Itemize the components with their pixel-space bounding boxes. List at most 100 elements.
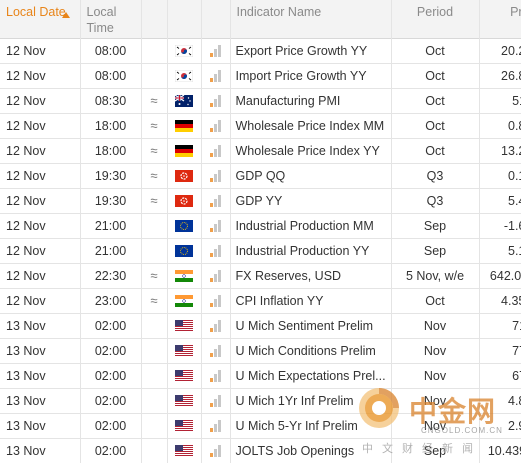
importance-cell xyxy=(201,187,231,213)
event-period: Q3 xyxy=(391,187,480,213)
importance-cell xyxy=(201,387,231,413)
event-period: Oct xyxy=(391,112,480,138)
united-states-flag-icon xyxy=(175,320,193,333)
indicator-name[interactable]: FX Reserves, USD xyxy=(230,262,392,288)
table-row[interactable]: 12 Nov19:30≈ GDP YYQ35.4% xyxy=(0,187,521,213)
event-date: 12 Nov xyxy=(0,112,81,138)
importance-bars-icon xyxy=(210,95,221,108)
indicator-name[interactable]: Manufacturing PMI xyxy=(230,87,392,113)
event-time: 02:00 xyxy=(80,412,142,438)
table-row[interactable]: 12 Nov08:00 Import Price Growth YYOct26.8… xyxy=(0,62,521,88)
event-period: 5 Nov, w/e xyxy=(391,262,480,288)
importance-cell xyxy=(201,437,231,463)
approx-time-icon: ≈ xyxy=(141,262,168,288)
indicator-name[interactable]: U Mich Conditions Prelim xyxy=(230,337,392,363)
indicator-name[interactable]: U Mich 5-Yr Inf Prelim xyxy=(230,412,392,438)
indicator-name[interactable]: U Mich 1Yr Inf Prelim xyxy=(230,387,392,413)
indicator-name[interactable]: Industrial Production YY xyxy=(230,237,392,263)
table-row[interactable]: 12 Nov 21:00 Industrial Production YY Sep 5.… xyxy=(0,237,521,263)
prior-value: 67.9 xyxy=(479,362,521,388)
sort-ascending-icon[interactable] xyxy=(62,12,70,18)
south-korea-flag-icon xyxy=(174,44,194,58)
column-header-period[interactable]: Period xyxy=(391,0,480,38)
event-date: 13 Nov xyxy=(0,362,81,388)
indicator-name[interactable]: CPI Inflation YY xyxy=(230,287,392,313)
table-row[interactable]: 13 Nov02:00 U Mich Conditions PrelimNov77… xyxy=(0,337,521,363)
event-time: 08:00 xyxy=(80,37,142,63)
table-row[interactable]: 13 Nov 02:00 U Mich Expectations Prel... No… xyxy=(0,362,521,388)
table-row[interactable]: 13 Nov02:00 U Mich 1Yr Inf PrelimNov4.8% xyxy=(0,387,521,413)
event-time: 23:00 xyxy=(80,287,142,313)
country-flag xyxy=(167,37,202,63)
indicator-name[interactable]: Import Price Growth YY xyxy=(230,62,392,88)
event-period: Oct xyxy=(391,287,480,313)
approx-time-icon xyxy=(141,37,168,63)
column-header-flag xyxy=(167,0,202,38)
event-period: Nov xyxy=(391,312,480,338)
united-states-flag-icon xyxy=(175,370,193,383)
importance-cell xyxy=(201,362,231,388)
column-header-indicator[interactable]: Indicator Name xyxy=(230,0,392,38)
table-row[interactable]: 12 Nov19:30≈ GDP QQQ30.1% xyxy=(0,162,521,188)
indicator-name[interactable]: Wholesale Price Index MM xyxy=(230,112,392,138)
table-row[interactable]: 12 Nov 18:00 ≈ Wholesale Price Index YY Oct 1… xyxy=(0,137,521,163)
indicator-name[interactable]: Export Price Growth YY xyxy=(230,37,392,63)
country-flag xyxy=(167,287,202,313)
table-row[interactable]: 13 Nov02:00 JOLTS Job OpeningsSep10.439M xyxy=(0,437,521,463)
country-flag xyxy=(167,62,202,88)
column-header-date[interactable]: Local Date xyxy=(0,0,81,38)
country-flag xyxy=(167,87,202,113)
importance-cell xyxy=(201,237,231,263)
importance-bars-icon xyxy=(210,120,221,133)
approx-time-icon xyxy=(141,237,168,263)
country-flag xyxy=(167,137,202,163)
india-flag-icon xyxy=(175,295,193,308)
approx-time-icon xyxy=(141,437,168,463)
event-date: 12 Nov xyxy=(0,62,81,88)
indicator-name[interactable]: Industrial Production MM xyxy=(230,212,392,238)
table-row[interactable]: 12 Nov 21:00 Industrial Production MM Sep -1… xyxy=(0,212,521,238)
table-row[interactable]: 13 Nov02:00 U Mich Sentiment PrelimNov71.… xyxy=(0,312,521,338)
table-body: 12 Nov08:00Export Price Growth YYOct20.2… xyxy=(0,37,521,463)
indicator-name[interactable]: U Mich Sentiment Prelim xyxy=(230,312,392,338)
event-period: Nov xyxy=(391,387,480,413)
event-period: Sep xyxy=(391,237,480,263)
india-flag-icon xyxy=(175,270,193,283)
prior-value: 4.35% xyxy=(479,287,521,313)
indicator-name[interactable]: GDP YY xyxy=(230,187,392,213)
column-header-time[interactable]: Local Time xyxy=(80,0,142,38)
indicator-name[interactable]: JOLTS Job Openings xyxy=(230,437,392,463)
column-header-prior[interactable]: Prior xyxy=(479,0,521,38)
indicator-name[interactable]: Wholesale Price Index YY xyxy=(230,137,392,163)
importance-cell xyxy=(201,337,231,363)
united-states-flag-icon xyxy=(175,420,193,433)
table-row[interactable]: 12 Nov08:00 Export Price Growth YYOct20.2… xyxy=(0,37,521,63)
importance-cell xyxy=(201,212,231,238)
indicator-name[interactable]: U Mich Expectations Prel... xyxy=(230,362,392,388)
table-row[interactable]: 13 Nov02:00 U Mich 5-Yr Inf PrelimNov2.9% xyxy=(0,412,521,438)
event-time: 02:00 xyxy=(80,312,142,338)
importance-bars-icon xyxy=(210,395,221,408)
country-flag xyxy=(167,237,202,263)
event-date: 12 Nov xyxy=(0,262,81,288)
approx-time-icon xyxy=(141,62,168,88)
event-period: Oct xyxy=(391,87,480,113)
event-date: 13 Nov xyxy=(0,337,81,363)
event-date: 12 Nov xyxy=(0,212,81,238)
importance-cell xyxy=(201,87,231,113)
approx-time-icon: ≈ xyxy=(141,187,168,213)
table-row[interactable]: 12 Nov 22:30 ≈ FX Reserves, USD 5 Nov, w/e 64… xyxy=(0,262,521,288)
header-row: Local Date Local Time Indicator Name Per… xyxy=(0,0,521,38)
indicator-name[interactable]: GDP QQ xyxy=(230,162,392,188)
event-date: 13 Nov xyxy=(0,437,81,463)
column-header-approx xyxy=(141,0,168,38)
country-flag xyxy=(167,162,202,188)
approx-time-icon: ≈ xyxy=(141,162,168,188)
prior-value: 0.8% xyxy=(479,112,521,138)
table-row[interactable]: 12 Nov 18:00 ≈ Wholesale Price Index MM Oct 0… xyxy=(0,112,521,138)
table-row[interactable]: 12 Nov23:00≈ CPI Inflation YYOct4.35% xyxy=(0,287,521,313)
prior-value: 20.2% xyxy=(479,37,521,63)
eurozone-flag-icon xyxy=(175,245,193,258)
table-row[interactable]: 12 Nov08:30≈ Manufacturing PMIOct51.4 xyxy=(0,87,521,113)
importance-bars-icon xyxy=(210,45,221,58)
